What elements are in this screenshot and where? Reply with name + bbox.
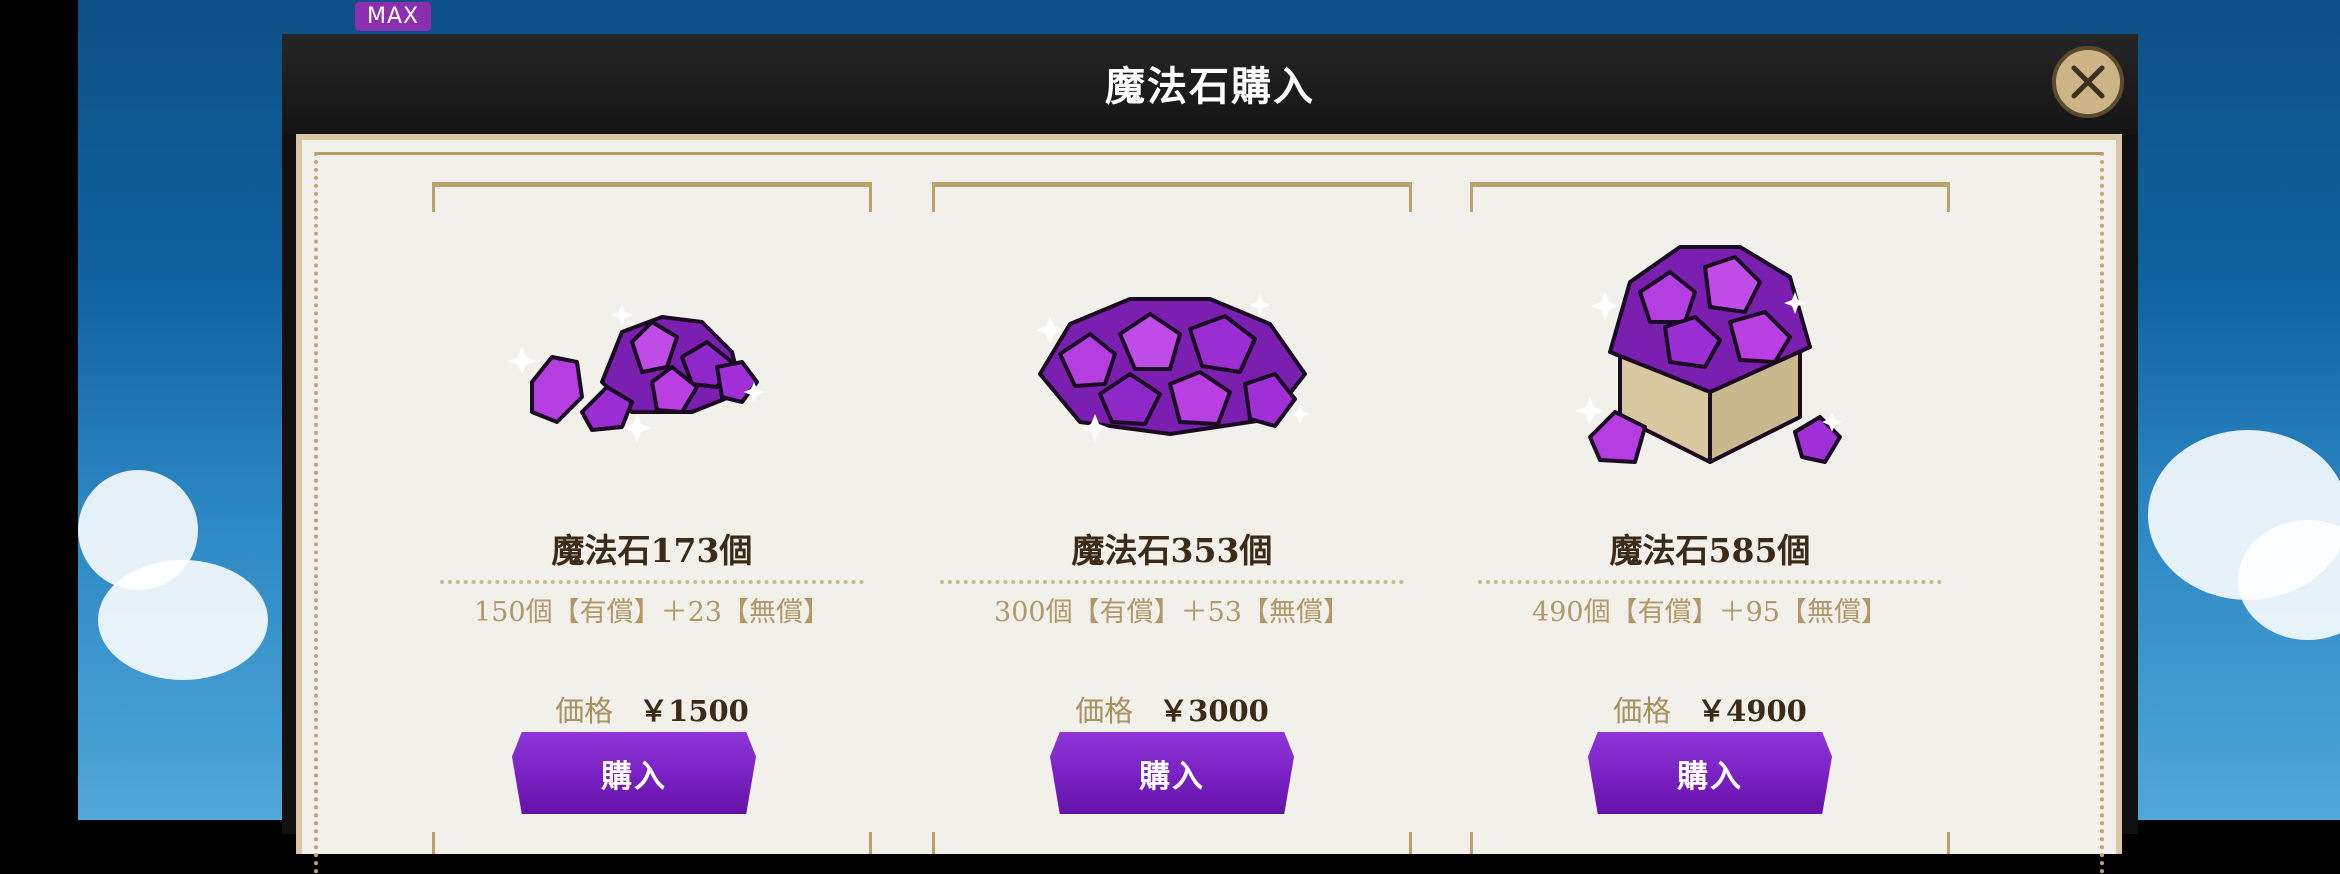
product-name: 魔法石585個 xyxy=(1609,531,1811,570)
gem-pile-icon xyxy=(508,304,764,442)
cloud xyxy=(98,560,268,680)
price-label: 価格 xyxy=(1613,694,1672,728)
modal-title: 魔法石購入 xyxy=(1105,63,1315,110)
card-frame xyxy=(432,832,872,854)
divider xyxy=(440,580,864,584)
close-button[interactable] xyxy=(2052,46,2124,118)
close-icon xyxy=(2071,65,2105,99)
product-name: 魔法石173個 xyxy=(551,531,753,570)
card-frame xyxy=(432,182,872,212)
product-detail: 490個【有償】＋95【無償】 xyxy=(1532,597,1888,628)
gem-pile-icon xyxy=(1036,294,1310,442)
price-row: 価格 ￥3000 xyxy=(932,688,1412,730)
divider xyxy=(940,580,1404,584)
purchase-modal: 魔法石購入 魔法石173個 150個【有償】＋23【無償】 価格 ￥1500 購… xyxy=(282,34,2138,874)
card-frame xyxy=(932,832,1412,854)
product-name: 魔法石353個 xyxy=(1071,531,1273,570)
max-badge: MAX xyxy=(355,2,432,31)
price-value: ￥3000 xyxy=(1159,694,1269,728)
product-detail: 150個【有償】＋23【無償】 xyxy=(474,597,830,628)
product-card: 魔法石585個 490個【有償】＋95【無償】 価格 ￥4900 購入 xyxy=(1470,182,1950,854)
price-value: ￥1500 xyxy=(639,694,749,728)
price-row: 価格 ￥1500 xyxy=(432,688,872,730)
card-frame xyxy=(1470,182,1950,212)
buy-button[interactable]: 購入 xyxy=(512,732,756,814)
price-label: 価格 xyxy=(555,694,614,728)
product-card: 魔法石353個 300個【有償】＋53【無償】 価格 ￥3000 購入 xyxy=(932,182,1412,854)
card-frame xyxy=(1470,832,1950,854)
price-value: ￥4900 xyxy=(1697,694,1807,728)
product-card: 魔法石173個 150個【有償】＋23【無償】 価格 ￥1500 購入 xyxy=(432,182,872,854)
divider xyxy=(1478,580,1942,584)
modal-header: 魔法石購入 xyxy=(282,34,2138,134)
product-detail: 300個【有償】＋53【無償】 xyxy=(994,597,1350,628)
buy-button[interactable]: 購入 xyxy=(1050,732,1294,814)
gem-box-icon xyxy=(1576,245,1842,464)
price-label: 価格 xyxy=(1075,694,1134,728)
price-row: 価格 ￥4900 xyxy=(1470,688,1950,730)
buy-button[interactable]: 購入 xyxy=(1588,732,1832,814)
card-frame xyxy=(932,182,1412,212)
